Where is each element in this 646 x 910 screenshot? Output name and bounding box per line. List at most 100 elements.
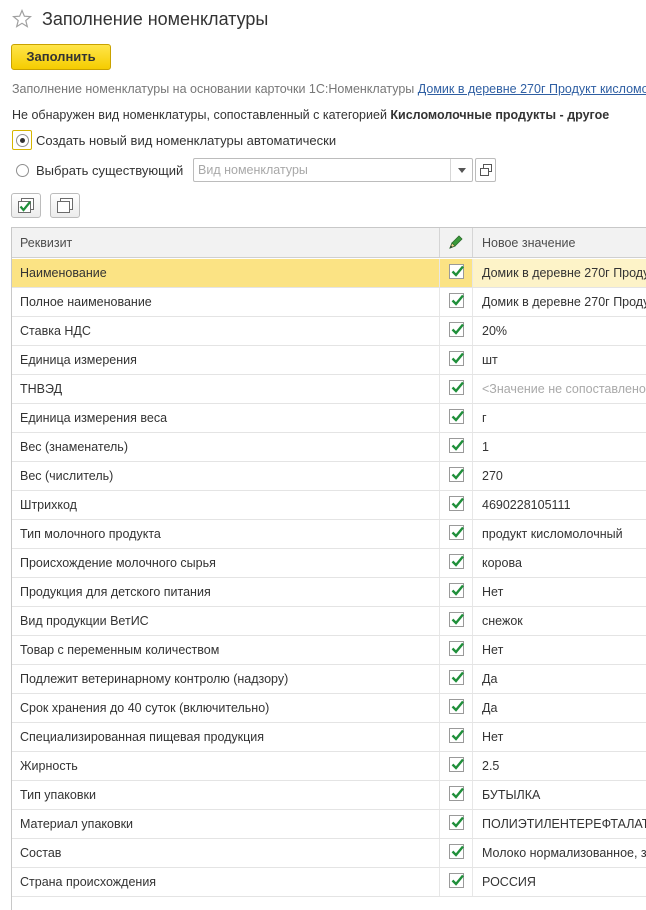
row-checkbox[interactable]	[449, 409, 464, 424]
radio-choose-existing[interactable]	[15, 163, 29, 177]
new-value: Нет	[482, 643, 504, 657]
warning-text: Не обнаружен вид номенклатуры, сопоставл…	[12, 108, 391, 122]
checkmark-icon	[451, 758, 464, 770]
attribute-name: Вид продукции ВетИС	[20, 614, 149, 628]
attribute-name: Тип упаковки	[20, 788, 96, 802]
radio-choose-existing-frame	[12, 160, 32, 180]
option-create-new[interactable]: Создать новый вид номенклатуры автоматич…	[12, 129, 336, 151]
row-checkbox[interactable]	[449, 554, 464, 569]
table-row[interactable]: Страна происхождения РОССИЯ	[12, 868, 646, 897]
table-row[interactable]: ТНВЭД <Значение не сопоставлено>	[12, 375, 646, 404]
row-checkbox[interactable]	[449, 873, 464, 888]
uncheck-all-button[interactable]	[50, 193, 80, 218]
checkmark-icon	[451, 613, 464, 625]
attribute-name: Штрихкод	[20, 498, 77, 512]
row-checkbox[interactable]	[449, 699, 464, 714]
table-row[interactable]: Штрихкод 4690228105111	[12, 491, 646, 520]
new-value: 2.5	[482, 759, 500, 773]
new-value: Да	[482, 701, 498, 715]
row-checkbox[interactable]	[449, 583, 464, 598]
new-value: г	[482, 411, 487, 425]
checkmark-icon	[451, 729, 464, 741]
catalog-card-link[interactable]: Домик в деревне 270г Продукт кисломолочн…	[418, 82, 646, 96]
table-row[interactable]: Продукция для детского питания Нет	[12, 578, 646, 607]
checkmark-icon	[451, 555, 464, 567]
table-row[interactable]: Подлежит ветеринарному контролю (надзору…	[12, 665, 646, 694]
row-checkbox[interactable]	[449, 670, 464, 685]
checkmark-icon	[451, 497, 464, 509]
table-row[interactable]: Единица измерения шт	[12, 346, 646, 375]
checkmark-icon	[451, 381, 464, 393]
row-checkbox[interactable]	[449, 728, 464, 743]
open-button[interactable]	[475, 158, 496, 182]
table-row[interactable]: Единица измерения веса г	[12, 404, 646, 433]
attributes-grid[interactable]: Реквизит Новое значение Наименование Доми…	[11, 227, 646, 910]
checkmark-icon	[451, 439, 464, 451]
check-all-icon	[18, 197, 34, 213]
star-icon[interactable]	[12, 9, 32, 29]
table-row[interactable]: Тип упаковки БУТЫЛКА	[12, 781, 646, 810]
attribute-name: Продукция для детского питания	[20, 585, 211, 599]
table-row[interactable]: Вид продукции ВетИС снежок	[12, 607, 646, 636]
radio-create-new-frame	[12, 130, 32, 150]
row-checkbox[interactable]	[449, 264, 464, 279]
table-row[interactable]: Тип молочного продукта продукт кисломолоч…	[12, 520, 646, 549]
new-value: Да	[482, 672, 498, 686]
grid-rows: Наименование Домик в деревне 270г Продукт…	[12, 259, 646, 897]
table-row[interactable]: Вес (знаменатель) 1	[12, 433, 646, 462]
radio-create-new[interactable]	[15, 133, 29, 147]
pencil-icon[interactable]	[446, 234, 464, 252]
row-checkbox[interactable]	[449, 844, 464, 859]
table-row[interactable]: Состав Молоко нормализованное, закваска	[12, 839, 646, 868]
fill-button[interactable]: Заполнить	[11, 44, 111, 70]
attribute-name: Состав	[20, 846, 62, 860]
new-value: снежок	[482, 614, 523, 628]
table-row[interactable]: Ставка НДС 20%	[12, 317, 646, 346]
attribute-name: Полное наименование	[20, 295, 152, 309]
attribute-name: Подлежит ветеринарному контролю (надзору…	[20, 672, 289, 686]
row-checkbox[interactable]	[449, 496, 464, 511]
attribute-name: Специализированная пищевая продукция	[20, 730, 265, 744]
table-row[interactable]: Товар с переменным количеством Нет	[12, 636, 646, 665]
new-value: Нет	[482, 585, 504, 599]
row-checkbox[interactable]	[449, 641, 464, 656]
column-header-attribute[interactable]: Реквизит	[20, 236, 72, 250]
nomenclature-kind-input[interactable]: Вид номенклатуры	[193, 158, 473, 182]
table-row[interactable]: Наименование Домик в деревне 270г Продукт…	[12, 259, 646, 288]
table-row[interactable]: Вес (числитель) 270	[12, 462, 646, 491]
row-checkbox[interactable]	[449, 438, 464, 453]
open-window-icon	[479, 164, 492, 176]
row-checkbox[interactable]	[449, 467, 464, 482]
row-checkbox[interactable]	[449, 351, 464, 366]
column-header-new-value[interactable]: Новое значение	[482, 236, 575, 250]
attribute-name: ТНВЭД	[20, 382, 63, 396]
row-checkbox[interactable]	[449, 815, 464, 830]
new-value: ПОЛИЭТИЛЕНТЕРЕФТАЛАТ	[482, 817, 646, 831]
table-row[interactable]: Срок хранения до 40 суток (включительно)…	[12, 694, 646, 723]
table-row[interactable]: Жирность 2.5	[12, 752, 646, 781]
table-row[interactable]: Полное наименование Домик в деревне 270г …	[12, 288, 646, 317]
new-value: 4690228105111	[482, 498, 571, 512]
row-checkbox[interactable]	[449, 612, 464, 627]
new-value: РОССИЯ	[482, 875, 536, 889]
check-all-button[interactable]	[11, 193, 41, 218]
option-choose-existing[interactable]: Выбрать существующий	[12, 159, 183, 181]
checkmark-icon	[451, 294, 464, 306]
window-title: Заполнение номенклатуры	[42, 9, 269, 29]
option-create-new-label: Создать новый вид номенклатуры автоматич…	[36, 132, 337, 148]
row-checkbox[interactable]	[449, 757, 464, 772]
table-row[interactable]: Специализированная пищевая продукция Нет	[12, 723, 646, 752]
dropdown-button[interactable]	[450, 159, 472, 181]
table-row[interactable]: Происхождение молочного сырья корова	[12, 549, 646, 578]
attribute-name: Жирность	[20, 759, 78, 773]
new-value: 20%	[482, 324, 508, 338]
row-checkbox[interactable]	[449, 525, 464, 540]
row-checkbox[interactable]	[449, 293, 464, 308]
checkmark-icon	[451, 410, 464, 422]
checkmark-icon	[451, 845, 464, 857]
attribute-name: Тип молочного продукта	[20, 527, 161, 541]
row-checkbox[interactable]	[449, 786, 464, 801]
table-row[interactable]: Материал упаковки ПОЛИЭТИЛЕНТЕРЕФТАЛАТ	[12, 810, 646, 839]
row-checkbox[interactable]	[449, 380, 464, 395]
row-checkbox[interactable]	[449, 322, 464, 337]
